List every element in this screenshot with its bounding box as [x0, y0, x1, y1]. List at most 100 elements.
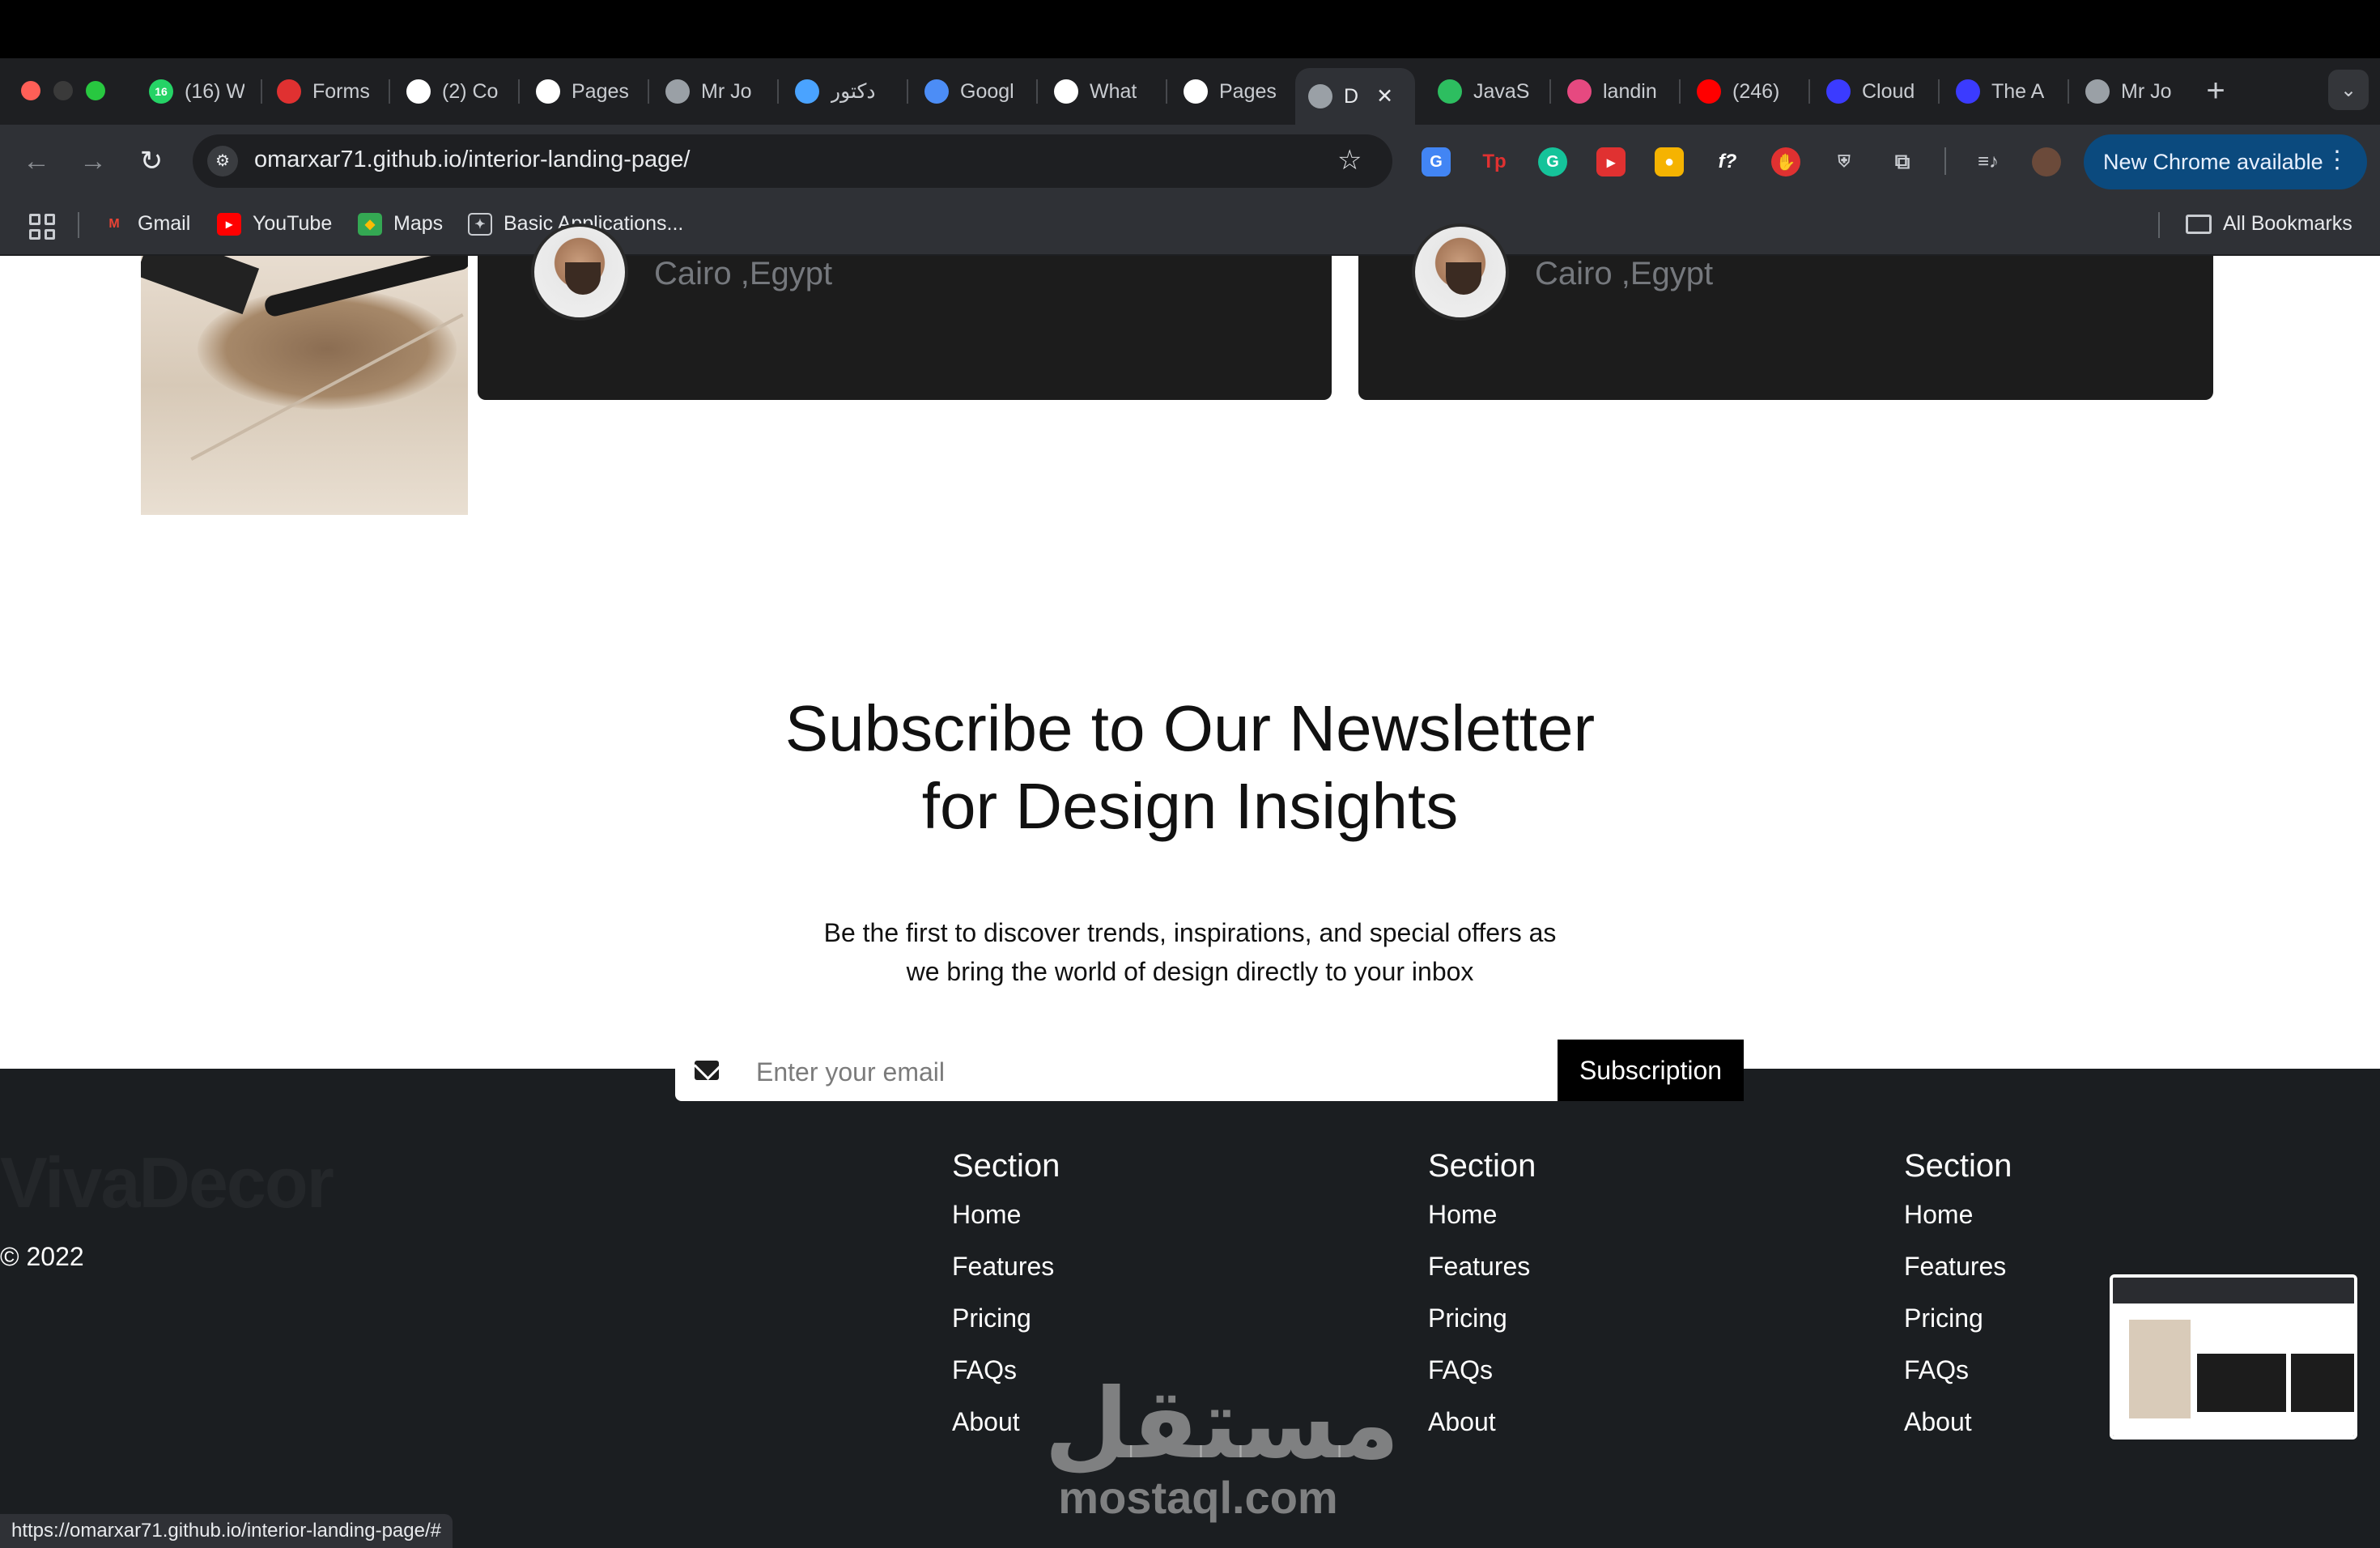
avatar [531, 223, 628, 321]
whatsapp-icon: 16 [149, 79, 173, 104]
picture-in-picture-preview[interactable] [2110, 1274, 2357, 1440]
browser-tab[interactable]: دكتور [782, 68, 903, 115]
evernote-icon [1438, 79, 1462, 104]
browser-tab[interactable]: (246) [1684, 68, 1805, 115]
media-control-icon[interactable]: ≡♪ [1974, 147, 2003, 176]
youtube-icon [1697, 79, 1721, 104]
globe-icon [665, 79, 690, 104]
tab-divider [777, 79, 779, 104]
browser-tab[interactable]: Pages [1171, 68, 1292, 115]
youtube-extension-icon[interactable]: ▸ [1596, 147, 1626, 176]
newsletter-description: Be the first to discover trends, inspira… [785, 913, 1595, 991]
tp-extension-icon[interactable]: Tp [1480, 147, 1509, 176]
site-info-icon[interactable]: ⚙ [207, 146, 238, 176]
all-bookmarks-label: All Bookmarks [2223, 212, 2352, 235]
bookmark-gmail[interactable]: M Gmail [102, 212, 190, 236]
tab-title: Googl [960, 79, 1014, 103]
newsletter-title-line: Subscribe to Our Newsletter [784, 692, 1596, 764]
footer-link-faqs[interactable]: FAQs [1904, 1344, 2012, 1396]
all-bookmarks-button[interactable]: All Bookmarks [2186, 212, 2352, 236]
tab-title: (16) W [185, 79, 244, 103]
browser-tab[interactable]: Pages [523, 68, 644, 115]
copyright-text: © 2022 [0, 1242, 84, 1271]
gmail-icon: M [108, 216, 120, 231]
footer-link-home[interactable]: Home [1904, 1189, 2012, 1240]
reload-button[interactable]: ↻ [133, 142, 170, 180]
footer-link-home[interactable]: Home [1428, 1189, 1536, 1240]
extensions-puzzle-icon[interactable]: ⧉ [1888, 147, 1917, 176]
watermark-arabic: مستقل [1044, 1368, 1400, 1481]
tab-title: Cloud [1862, 79, 1915, 103]
bookmark-label: YouTube [253, 212, 333, 235]
grammarly-icon[interactable]: G [1538, 147, 1567, 176]
browser-tab[interactable]: Cloud [1813, 68, 1935, 115]
new-tab-button[interactable]: + [2198, 74, 2233, 110]
browser-tab[interactable]: The A [1943, 68, 2064, 115]
footer-link-pricing[interactable]: Pricing [1428, 1292, 1536, 1344]
minimize-window-button[interactable] [53, 81, 73, 100]
bookmark-star-icon[interactable]: ☆ [1337, 144, 1362, 176]
bookmark-label: Maps [393, 212, 444, 235]
back-button[interactable]: ← [18, 142, 55, 180]
subscription-button[interactable]: Subscription [1558, 1040, 1744, 1101]
browser-tab[interactable]: Mr Jo [2072, 68, 2194, 115]
zoom-window-button[interactable] [86, 81, 105, 100]
tab-title: What [1090, 79, 1137, 103]
browser-tab[interactable]: (2) Co [393, 68, 515, 115]
profile-avatar[interactable] [2032, 147, 2061, 176]
footer-link-about[interactable]: About [1904, 1396, 2012, 1448]
footer-link-features[interactable]: Features [1904, 1240, 2012, 1292]
footer-logo[interactable]: VivaDecor [0, 1142, 334, 1224]
footer-link-faqs[interactable]: FAQs [1428, 1344, 1536, 1396]
envelope-icon [695, 1061, 719, 1080]
browser-tab[interactable]: Mr Jo [652, 68, 774, 115]
formula-icon[interactable]: f? [1713, 147, 1742, 176]
tab-divider [1036, 79, 1038, 104]
footer-link-pricing[interactable]: Pricing [952, 1292, 1060, 1344]
tab-divider [261, 79, 262, 104]
email-field-wrapper [675, 1043, 1558, 1101]
bookmark-youtube[interactable]: ▸ YouTube [217, 212, 332, 236]
google-translate-icon[interactable]: G [1422, 147, 1451, 176]
footer-link-pricing[interactable]: Pricing [1904, 1292, 2012, 1344]
browser-tab[interactable]: D ✕ [1295, 68, 1415, 125]
shield-icon[interactable]: ⛨ [1830, 147, 1859, 176]
close-tab-icon[interactable]: ✕ [1376, 84, 1393, 108]
keep-icon[interactable]: ● [1655, 147, 1684, 176]
footer-column-heading: Section [1428, 1148, 1536, 1184]
browser-tab[interactable]: Googl [912, 68, 1033, 115]
url-text[interactable]: omarxar71.github.io/interior-landing-pag… [254, 147, 690, 173]
adblock-icon[interactable]: ✋ [1771, 147, 1800, 176]
testimonial-location: Cairo ,Egypt [1535, 256, 1714, 291]
globe-icon [1308, 84, 1332, 108]
github-icon [1184, 79, 1208, 104]
tab-divider [1679, 79, 1681, 104]
browser-tab[interactable]: Forms [264, 68, 385, 115]
browser-tab[interactable]: landin [1554, 68, 1676, 115]
footer-link-about[interactable]: About [1428, 1396, 1536, 1448]
tab-divider [648, 79, 649, 104]
email-input[interactable] [756, 1053, 1533, 1091]
footer-link-home[interactable]: Home [952, 1189, 1060, 1240]
tab-title: Mr Jo [701, 79, 752, 103]
testimonial-card: Cairo ,Egypt [478, 223, 1332, 400]
new-chrome-available-button[interactable]: New Chrome available ⋮ [2084, 134, 2367, 189]
bookmarks-divider [78, 212, 79, 238]
footer-link-features[interactable]: Features [952, 1240, 1060, 1292]
globe-icon [2085, 79, 2110, 104]
tab-title: Pages [1219, 79, 1277, 103]
footer-link-features[interactable]: Features [1428, 1240, 1536, 1292]
tab-title: Forms [312, 79, 370, 103]
browser-tab[interactable]: 16 (16) W [136, 68, 257, 115]
bookmark-maps[interactable]: ◆ Maps [358, 212, 443, 236]
browser-tab[interactable]: What [1041, 68, 1162, 115]
chatgpt-icon [1054, 79, 1078, 104]
newsletter-description-line: Be the first to discover trends, inspira… [823, 918, 1557, 947]
maps-icon: ◆ [358, 212, 382, 236]
close-window-button[interactable] [21, 81, 40, 100]
forward-button[interactable]: → [74, 142, 112, 180]
browser-tab[interactable]: JavaS [1425, 68, 1546, 115]
apps-grid-icon[interactable] [29, 214, 55, 240]
tab-search-button[interactable]: ⌄ [2328, 70, 2369, 110]
tab-title: landin [1603, 79, 1657, 103]
